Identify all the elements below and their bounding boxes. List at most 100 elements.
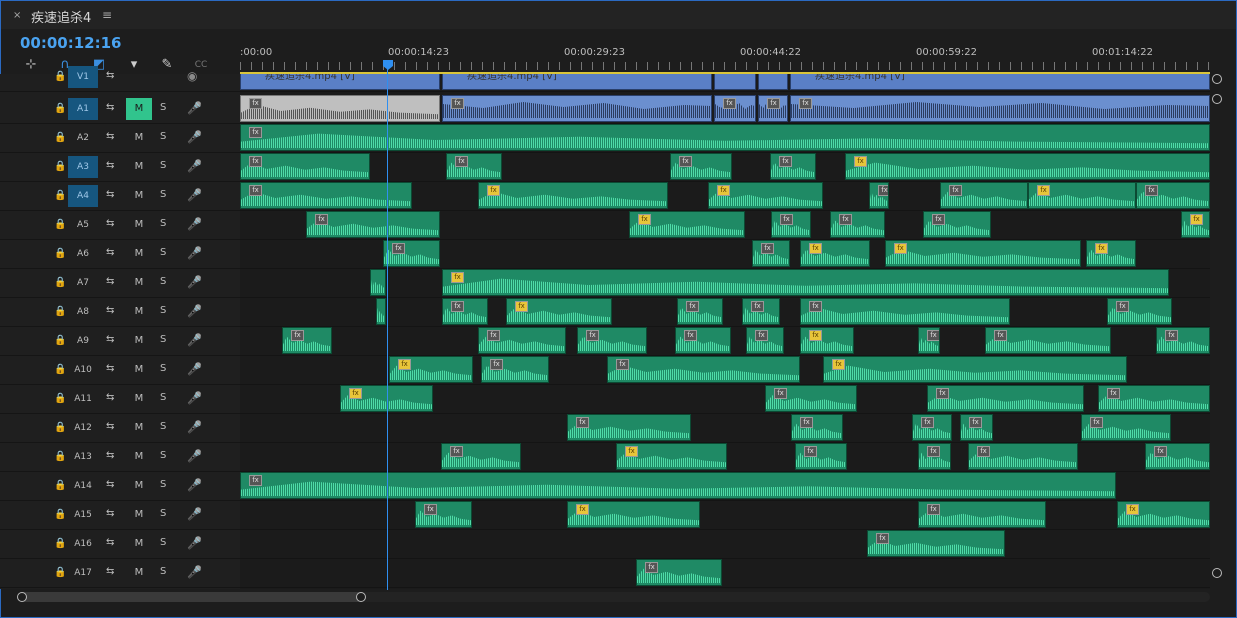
audio-clip[interactable]: fx	[577, 327, 647, 354]
mute-button[interactable]: M	[126, 562, 152, 584]
mute-button[interactable]: M	[126, 475, 152, 497]
track-name[interactable]: A3	[68, 156, 98, 178]
audio-clip[interactable]: fx	[629, 211, 745, 238]
audio-clip[interactable]: fx	[869, 182, 889, 209]
lock-icon[interactable]: 🔒	[54, 103, 66, 114]
mute-button[interactable]: M	[126, 388, 152, 410]
audio-clip[interactable]: fx	[240, 124, 1210, 151]
audio-clip[interactable]: fx	[1145, 443, 1210, 470]
audio-clip[interactable]: fx	[240, 472, 1116, 499]
solo-button[interactable]: S	[160, 160, 166, 171]
track-name[interactable]: A13	[68, 446, 98, 468]
mic-icon[interactable]: 🎤	[187, 246, 202, 260]
audio-clip[interactable]: fx	[830, 211, 885, 238]
audio-clip[interactable]: fx	[478, 327, 566, 354]
sync-lock-icon[interactable]: ⇆	[106, 363, 114, 374]
audio-clip[interactable]: fx	[1181, 211, 1210, 238]
lock-icon[interactable]: 🔒	[54, 393, 66, 404]
audio-clip[interactable]: fx	[885, 240, 1081, 267]
sync-lock-icon[interactable]: ⇆	[106, 305, 114, 316]
solo-button[interactable]: S	[160, 334, 166, 345]
audio-clip[interactable]: fx	[675, 327, 731, 354]
track-name[interactable]: A2	[68, 127, 98, 149]
audio-clip[interactable]: fx	[845, 153, 1210, 180]
audio-clip[interactable]: fx	[968, 443, 1078, 470]
audio-clip[interactable]: fx	[446, 153, 502, 180]
video-clip[interactable]	[758, 74, 788, 90]
audio-clip[interactable]	[370, 269, 386, 296]
audio-clip[interactable]: fx	[714, 95, 756, 122]
audio-clip[interactable]: fx	[1136, 182, 1210, 209]
audio-clip[interactable]: fx	[442, 269, 1169, 296]
solo-button[interactable]: S	[160, 102, 166, 113]
audio-clip[interactable]: fx	[481, 356, 549, 383]
zoom-handle-right[interactable]	[356, 592, 366, 602]
audio-clip[interactable]: fx	[752, 240, 790, 267]
audio-clip[interactable]: fx	[240, 95, 440, 122]
audio-clip[interactable]: fx	[306, 211, 440, 238]
solo-button[interactable]: S	[160, 479, 166, 490]
mic-icon[interactable]: 🎤	[187, 536, 202, 550]
audio-clip[interactable]: fx	[478, 182, 668, 209]
track-name[interactable]: V1	[68, 66, 98, 88]
audio-clip[interactable]: fx	[867, 530, 1005, 557]
solo-button[interactable]: S	[160, 276, 166, 287]
audio-clip[interactable]: fx	[985, 327, 1111, 354]
solo-button[interactable]: S	[160, 363, 166, 374]
audio-clip[interactable]: fx	[940, 182, 1028, 209]
sync-lock-icon[interactable]: ⇆	[106, 537, 114, 548]
sync-lock-icon[interactable]: ⇆	[106, 247, 114, 258]
lock-icon[interactable]: 🔒	[54, 248, 66, 259]
sync-lock-icon[interactable]: ⇆	[106, 102, 114, 113]
track-name[interactable]: A12	[68, 417, 98, 439]
mic-icon[interactable]: 🎤	[187, 159, 202, 173]
audio-clip[interactable]: fx	[607, 356, 800, 383]
track-name[interactable]: A17	[68, 562, 98, 584]
mic-icon[interactable]: 🎤	[187, 478, 202, 492]
mute-button[interactable]: M	[126, 533, 152, 555]
track-name[interactable]: A7	[68, 272, 98, 294]
mic-icon[interactable]: 🎤	[187, 449, 202, 463]
eye-icon[interactable]: ◉	[187, 69, 197, 83]
lock-icon[interactable]: 🔒	[54, 480, 66, 491]
audio-clip[interactable]: fx	[670, 153, 732, 180]
lock-icon[interactable]: 🔒	[54, 509, 66, 520]
mute-button[interactable]: M	[126, 301, 152, 323]
track-name[interactable]: A5	[68, 214, 98, 236]
lock-icon[interactable]: 🔒	[54, 219, 66, 230]
lock-icon[interactable]: 🔒	[54, 567, 66, 578]
solo-button[interactable]: S	[160, 537, 166, 548]
audio-clip[interactable]: fx	[742, 298, 780, 325]
audio-clip[interactable]: fx	[912, 414, 952, 441]
track-name[interactable]: A8	[68, 301, 98, 323]
scroll-handle-top[interactable]	[1212, 74, 1222, 84]
audio-clip[interactable]: fx	[442, 298, 488, 325]
horizontal-scrollbar[interactable]	[17, 592, 1210, 602]
scroll-handle-bottom[interactable]	[1212, 568, 1222, 578]
audio-clip[interactable]: fx	[918, 443, 951, 470]
mic-icon[interactable]: 🎤	[187, 188, 202, 202]
solo-button[interactable]: S	[160, 247, 166, 258]
audio-clip[interactable]: fx	[567, 414, 691, 441]
audio-clip[interactable]: fx	[927, 385, 1084, 412]
audio-clip[interactable]: fx	[636, 559, 722, 586]
mute-button[interactable]: M	[126, 243, 152, 265]
track-name[interactable]: A11	[68, 388, 98, 410]
audio-clip[interactable]: fx	[918, 501, 1046, 528]
audio-clip[interactable]: fx	[677, 298, 723, 325]
close-tab-button[interactable]: ×	[13, 10, 21, 21]
audio-clip[interactable]: fx	[240, 153, 370, 180]
mute-button[interactable]: M	[126, 127, 152, 149]
audio-clip[interactable]: fx	[800, 327, 854, 354]
solo-button[interactable]: S	[160, 189, 166, 200]
sync-lock-icon[interactable]: ⇆	[106, 334, 114, 345]
mute-button[interactable]: M	[126, 330, 152, 352]
mute-button[interactable]: M	[126, 214, 152, 236]
solo-button[interactable]: S	[160, 450, 166, 461]
audio-clip[interactable]: fx	[506, 298, 612, 325]
track-name[interactable]: A16	[68, 533, 98, 555]
lock-icon[interactable]: 🔒	[54, 306, 66, 317]
audio-clip[interactable]: fx	[790, 95, 1210, 122]
audio-clip[interactable]: fx	[1156, 327, 1210, 354]
sync-lock-icon[interactable]: ⇆	[106, 189, 114, 200]
